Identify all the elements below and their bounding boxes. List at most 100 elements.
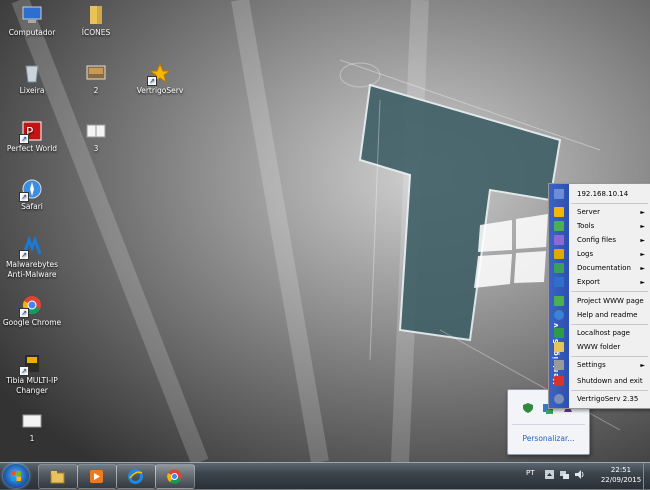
menu-separator [571, 291, 648, 292]
shortcut-arrow-icon: ↗ [19, 192, 29, 202]
recycle-bin-icon [21, 62, 43, 84]
chrome-icon: ↗ [19, 294, 43, 318]
desktop-icon-computador[interactable]: Computador [0, 4, 64, 38]
menu-item-export[interactable]: Export ► [554, 275, 650, 289]
desktop-icon-google-chrome[interactable]: ↗ Google Chrome [0, 294, 64, 328]
show-desktop-button[interactable] [643, 463, 650, 489]
taskbar-explorer-button[interactable] [38, 464, 78, 489]
volume-icon[interactable] [575, 470, 584, 479]
shortcut-arrow-icon: ↗ [19, 366, 29, 376]
menu-item-tools[interactable]: Tools ► [554, 219, 650, 233]
menu-item-project-www-page[interactable]: Project WWW page [554, 294, 650, 308]
desktop-icon-perfect-world[interactable]: P ↗ Perfect World [0, 120, 64, 154]
help-icon [554, 310, 564, 320]
shortcut-arrow-icon: ↗ [19, 250, 29, 260]
menu-item-ip-address[interactable]: 192.168.10.14 [554, 187, 650, 201]
config-icon [554, 235, 564, 245]
vertrigoserv-icon: ↗ [147, 62, 172, 86]
taskbar-media-player-button[interactable] [77, 464, 117, 489]
internet-explorer-icon [128, 469, 143, 484]
chrome-icon [167, 469, 182, 484]
submenu-arrow-icon: ► [640, 361, 645, 369]
document-icon [85, 120, 107, 142]
submenu-arrow-icon: ► [640, 250, 645, 258]
menu-item-settings[interactable]: Settings ► [554, 358, 650, 372]
folder-icon [85, 4, 107, 26]
desktop-icon-label: Perfect World [6, 144, 58, 153]
desktop-icon-label: Safari [21, 202, 43, 211]
menu-item-logs[interactable]: Logs ► [554, 247, 650, 261]
desktop-icon-vertrigoserv[interactable]: ↗ VertrigoServ [128, 62, 192, 96]
computer-icon [21, 4, 43, 26]
home-icon [554, 296, 564, 306]
menu-item-documentation[interactable]: Documentation ► [554, 261, 650, 275]
shortcut-arrow-icon: ↗ [19, 308, 29, 318]
shortcut-arrow-icon: ↗ [19, 134, 29, 144]
menu-item-www-folder[interactable]: WWW folder [554, 340, 650, 354]
desktop-icon-label: 2 [93, 86, 99, 95]
customize-link[interactable]: Personalizar... [508, 434, 589, 443]
taskbar-internet-explorer-button[interactable] [116, 464, 156, 489]
language-indicator[interactable]: PT [526, 469, 535, 477]
safari-icon: ↗ [19, 178, 43, 202]
localhost-icon [554, 328, 564, 338]
desktop-icon-safari[interactable]: ↗ Safari [0, 178, 64, 212]
menu-separator [571, 203, 648, 204]
clock-time: 22:51 [610, 466, 632, 474]
network-icon [554, 189, 564, 199]
info-icon [554, 394, 564, 404]
desktop-icon-1[interactable]: 1 [0, 410, 64, 444]
star-icon [554, 207, 564, 217]
desktop-icon-3[interactable]: 3 [64, 120, 128, 154]
menu-separator [571, 324, 648, 325]
media-player-icon [89, 469, 104, 484]
menu-item-localhost-page[interactable]: Localhost page [554, 326, 650, 340]
vertrigoserv-context-menu: VertrigoServ 192.168.10.14 Server ► Tool… [548, 183, 650, 409]
desktop-icon-label: Lixeira [19, 86, 45, 95]
desktop-icon-label: Tibia MULTI-IP Changer [6, 376, 58, 395]
shutdown-icon [554, 376, 564, 386]
shield-icon[interactable] [522, 402, 534, 414]
desktop-icon-lixeira[interactable]: Lixeira [0, 62, 64, 96]
desktop-icon-tibia[interactable]: ↗ Tibia MULTI-IP Changer [0, 352, 64, 396]
settings-icon [554, 360, 564, 370]
menu-item-shutdown-and-exit[interactable]: Shutdown and exit [554, 374, 650, 388]
submenu-arrow-icon: ► [640, 264, 645, 272]
menu-separator [571, 356, 648, 357]
image-file-icon [85, 62, 107, 84]
submenu-arrow-icon: ► [640, 222, 645, 230]
desktop-icon-2[interactable]: 2 [64, 62, 128, 96]
desktop-icon-label: Google Chrome [2, 318, 62, 327]
desktop-icon-label: ÍCONES [81, 28, 111, 37]
desktop-icon-label: Malwarebytes Anti-Malware [5, 260, 59, 279]
start-button[interactable] [3, 464, 29, 488]
menu-item-config-files[interactable]: Config files ► [554, 233, 650, 247]
desktop-icon-label: 3 [93, 144, 99, 153]
file-explorer-icon [50, 469, 65, 484]
menu-item-version[interactable]: VertrigoServ 2.35 [554, 392, 650, 406]
file-icon [21, 410, 43, 432]
network-icon[interactable] [560, 470, 569, 479]
desktop-icon-malwarebytes[interactable]: ↗ Malwarebytes Anti-Malware [0, 235, 64, 280]
system-clock[interactable]: 22:51 22/09/2015 [598, 465, 644, 485]
desktop-icon-label: VertrigoServ [136, 86, 184, 95]
desktop-icon-label: 1 [29, 434, 35, 443]
windows-logo-icon [11, 471, 21, 481]
tools-icon [554, 221, 564, 231]
desktop-icon-icones[interactable]: ÍCONES [64, 4, 128, 38]
popup-divider [512, 424, 585, 425]
submenu-arrow-icon: ► [640, 278, 645, 286]
taskbar-chrome-button[interactable] [155, 464, 195, 489]
documentation-icon [554, 263, 564, 273]
taskbar: PT 22:51 22/09/2015 [0, 462, 650, 489]
folder-icon [554, 342, 564, 352]
malwarebytes-icon: ↗ [19, 235, 43, 260]
tibia-icon: ↗ [19, 352, 43, 376]
clock-date: 22/09/2015 [600, 476, 642, 484]
logs-icon [554, 249, 564, 259]
menu-item-server[interactable]: Server ► [554, 205, 650, 219]
menu-separator [571, 390, 648, 391]
menu-item-help-and-readme[interactable]: Help and readme [554, 308, 650, 322]
submenu-arrow-icon: ► [640, 208, 645, 216]
show-hidden-icons-button[interactable] [545, 470, 554, 479]
